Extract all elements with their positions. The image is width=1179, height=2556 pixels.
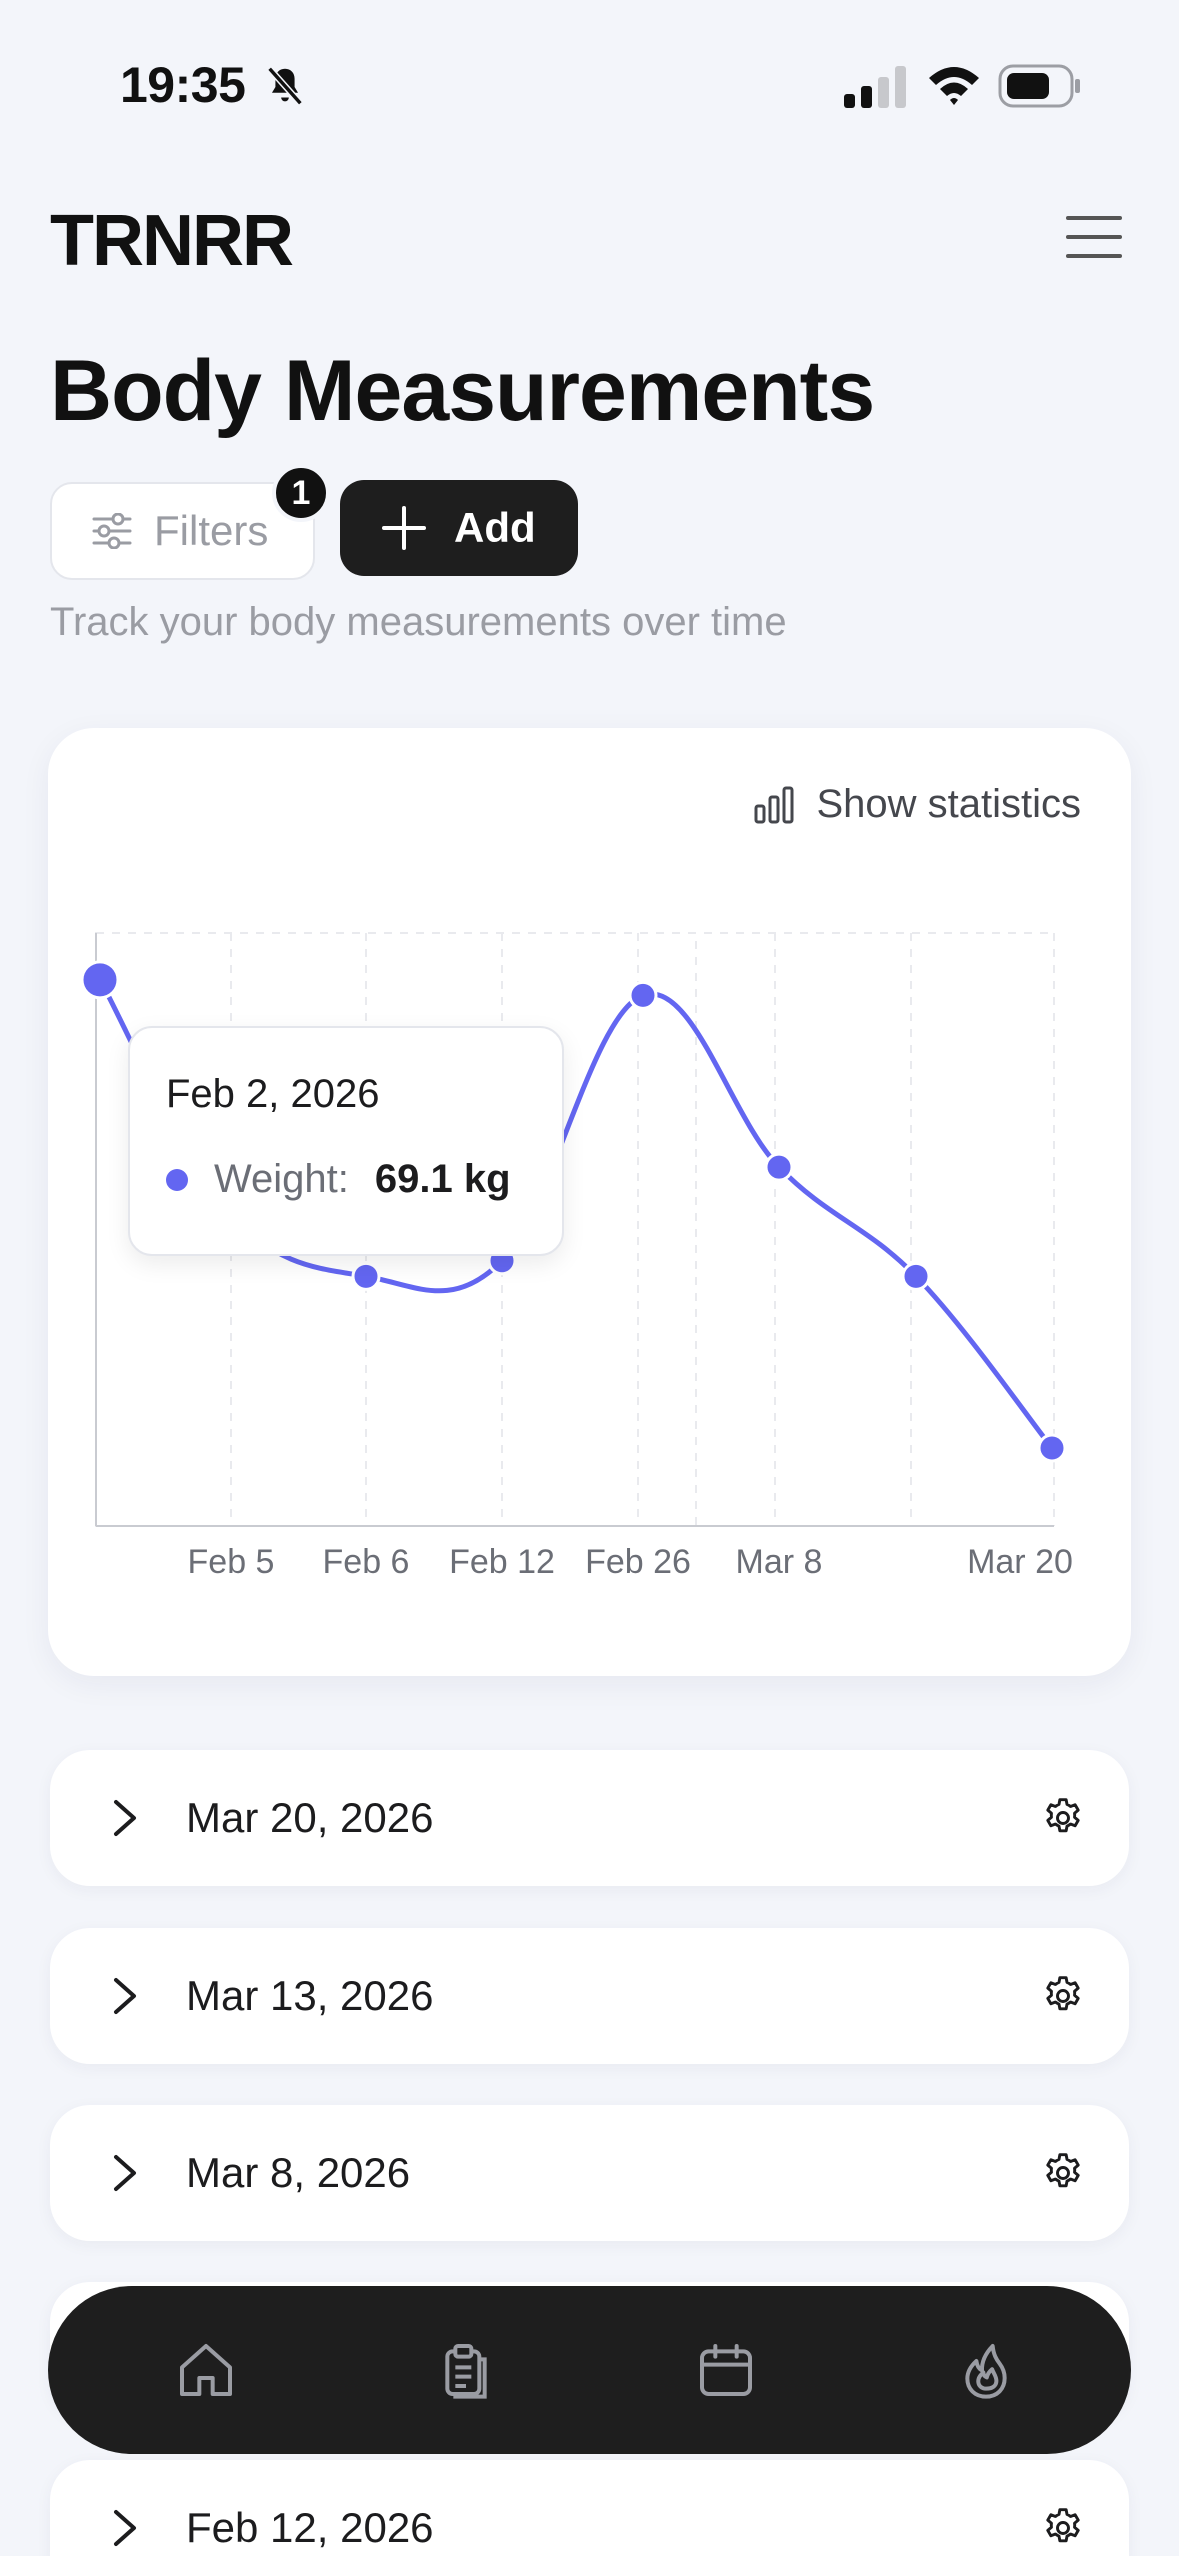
add-button[interactable]: Add: [340, 480, 578, 576]
page-subtitle: Track your body measurements over time: [50, 600, 787, 644]
app-logo[interactable]: TRNRR: [50, 200, 294, 282]
tooltip-label: Weight:: [214, 1157, 349, 1201]
x-tick-label: Mar 20: [967, 1543, 1073, 1581]
calendar-icon: [700, 2344, 752, 2396]
x-tick-label: Mar 8: [736, 1543, 823, 1581]
chevron-right-icon: [114, 2510, 136, 2546]
plus-icon: [382, 506, 426, 550]
home-icon: [180, 2344, 232, 2396]
chart-data-point[interactable]: [1037, 1433, 1067, 1463]
entry-row[interactable]: Mar 20, 2026: [50, 1750, 1129, 1886]
chart-tooltip: Feb 2, 2026 Weight: 69.1 kg: [128, 1026, 564, 1256]
entry-date: Mar 13, 2026: [186, 1972, 434, 2019]
tooltip-value: 69.1 kg: [374, 1157, 511, 1201]
nav-calendar[interactable]: [688, 2332, 764, 2408]
nav-home[interactable]: [168, 2332, 244, 2408]
gear-icon[interactable]: [1041, 1974, 1085, 2018]
chevron-right-icon: [114, 1800, 136, 1836]
chart-card: Show statistics Feb 5 Feb 6 Feb 12 Feb 26 Ma…: [48, 728, 1131, 1676]
page-title: Body Measurements: [50, 343, 875, 439]
status-bar: 19:35: [0, 0, 1179, 176]
wifi-icon: [929, 67, 979, 105]
nav-streak[interactable]: [948, 2332, 1024, 2408]
chart-data-point[interactable]: [80, 960, 120, 1000]
signal-icon: [844, 66, 906, 108]
tooltip-series-dot: [166, 1168, 188, 1191]
sliders-icon: [92, 513, 132, 549]
x-tick-label: Feb 26: [585, 1543, 691, 1581]
chart-data-point[interactable]: [901, 1261, 931, 1291]
status-time: 19:35: [120, 57, 246, 113]
entry-row[interactable]: Mar 13, 2026: [50, 1928, 1129, 2064]
add-label: Add: [454, 504, 536, 551]
tooltip-date: Feb 2, 2026: [166, 1072, 380, 1116]
filters-count-badge: 1: [272, 464, 330, 522]
clipboard-icon: [445, 2344, 487, 2399]
chevron-right-icon: [114, 1978, 136, 2014]
chart-data-point[interactable]: [764, 1152, 794, 1182]
entry-date: Feb 12, 2026: [186, 2504, 434, 2551]
entry-date: Mar 8, 2026: [186, 2149, 411, 2196]
nav-workouts[interactable]: [428, 2332, 504, 2408]
chart-data-point[interactable]: [351, 1261, 381, 1291]
battery-icon: [998, 64, 1080, 108]
x-tick-label: Feb 5: [188, 1543, 275, 1581]
x-tick-label: Feb 6: [323, 1543, 410, 1581]
filters-label: Filters: [154, 507, 269, 554]
flame-icon: [965, 2344, 1007, 2399]
gear-icon[interactable]: [1041, 2506, 1085, 2550]
entry-date: Mar 20, 2026: [186, 1794, 434, 1841]
bottom-nav: [48, 2286, 1131, 2454]
x-tick-label: Feb 12: [449, 1543, 555, 1581]
entry-row[interactable]: Feb 12, 2026: [50, 2460, 1129, 2556]
gear-icon[interactable]: [1041, 2151, 1085, 2195]
gear-icon[interactable]: [1041, 1796, 1085, 1840]
chart-data-point[interactable]: [628, 980, 658, 1010]
hamburger-menu-icon[interactable]: [1064, 212, 1124, 262]
entry-row[interactable]: Mar 8, 2026: [50, 2105, 1129, 2241]
chevron-right-icon: [114, 2155, 136, 2191]
bell-slash-icon: [267, 66, 303, 106]
